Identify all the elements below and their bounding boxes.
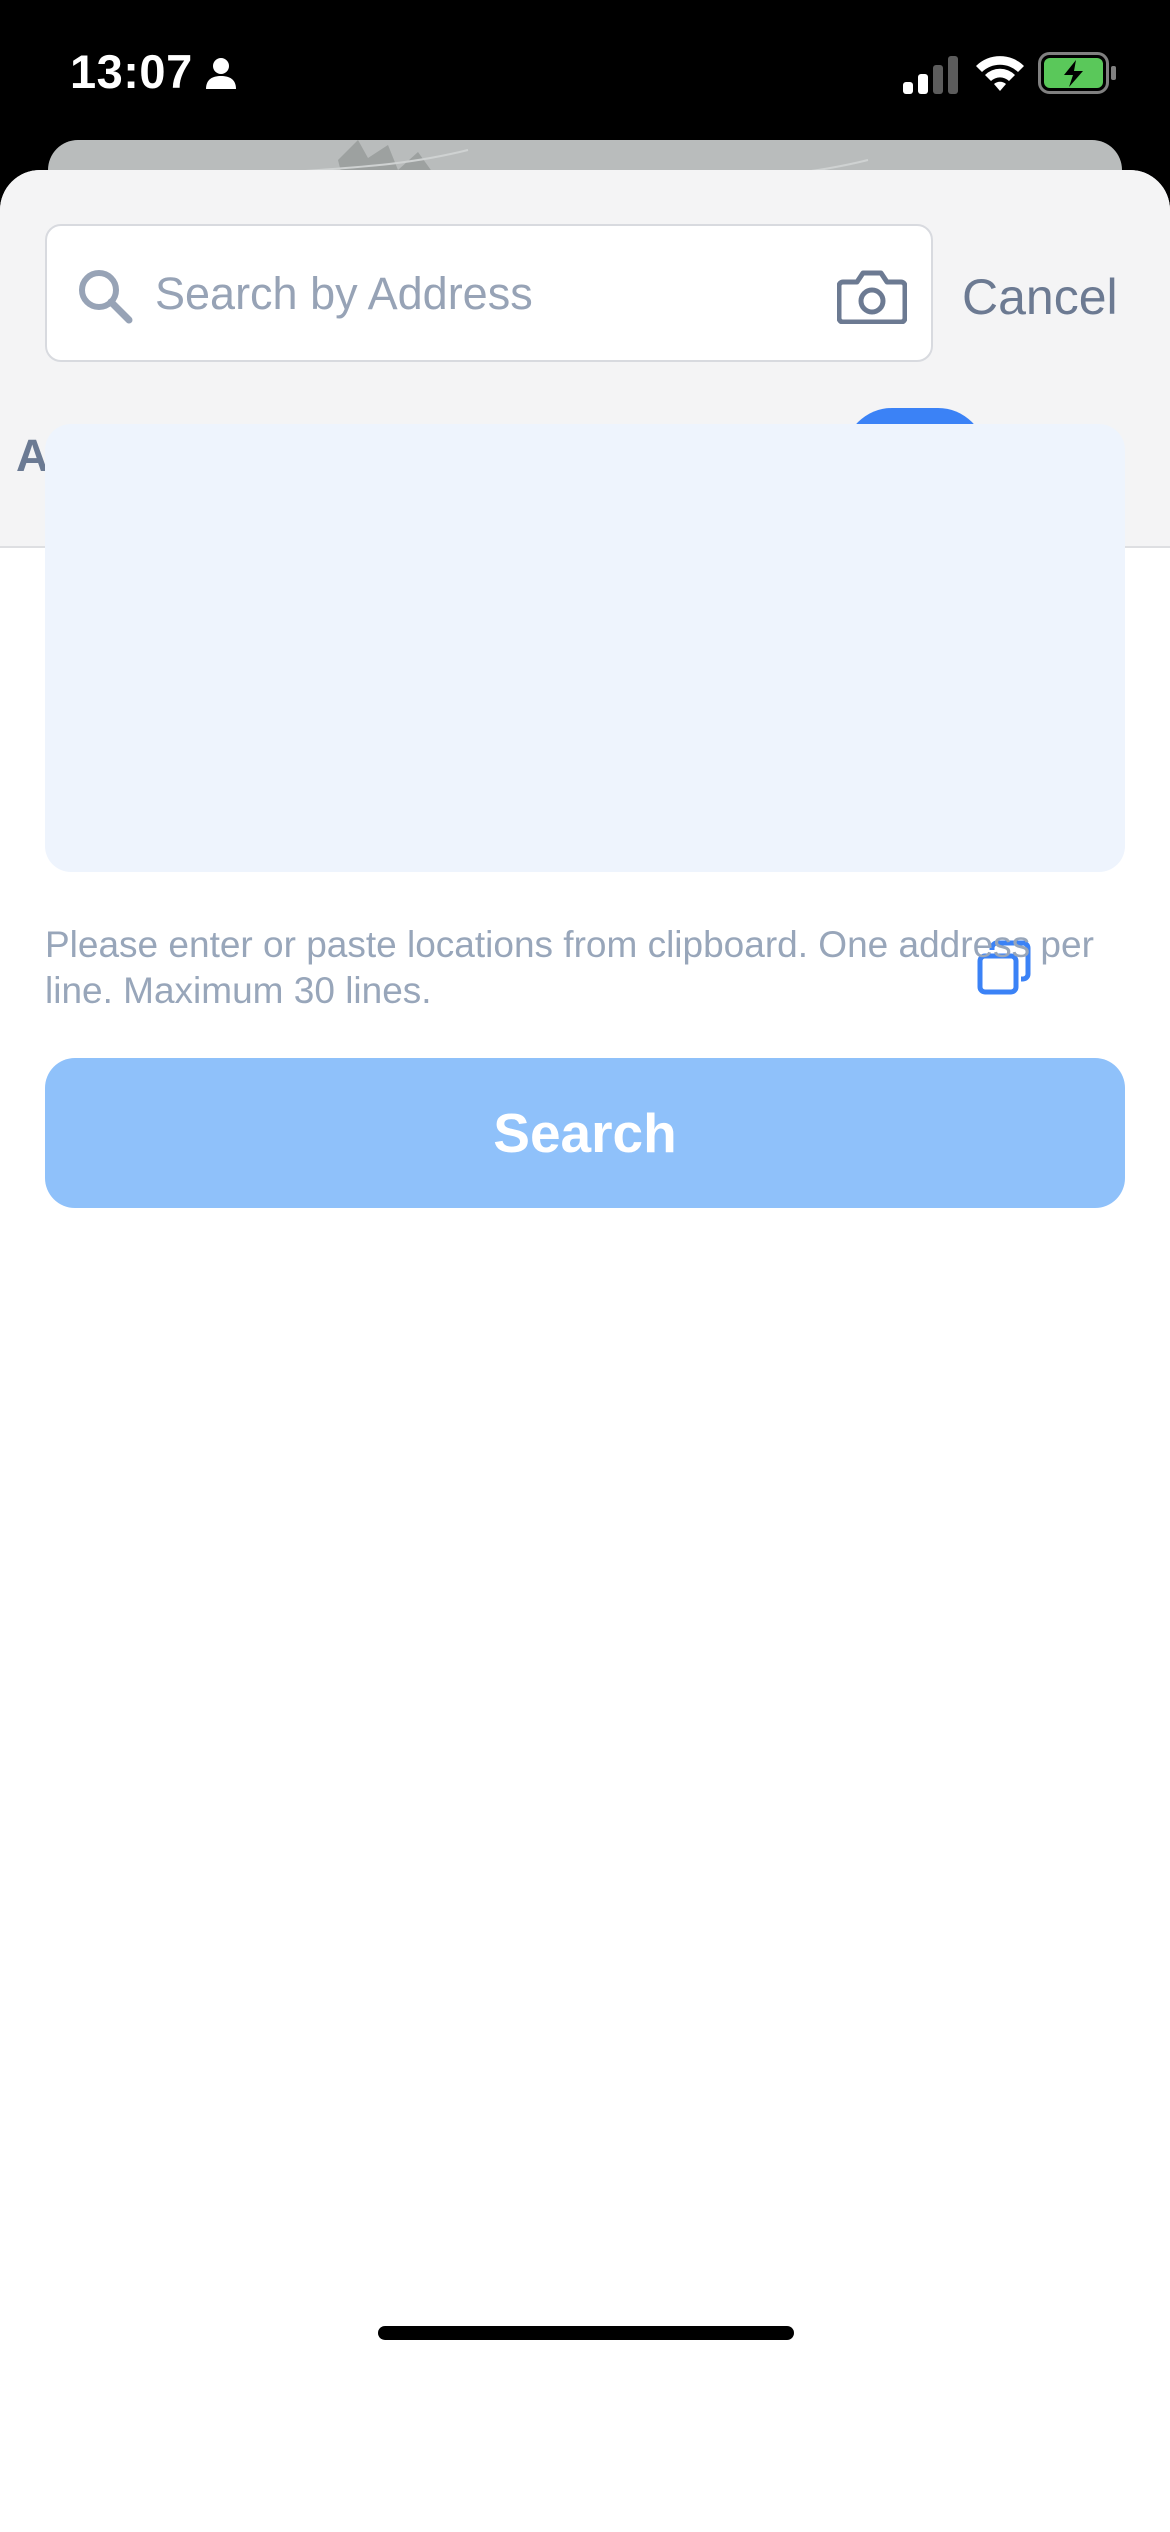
home-indicator[interactable]	[378, 2326, 794, 2340]
address-list-textarea[interactable]	[45, 424, 1125, 872]
status-bar: 13:07	[0, 0, 1170, 150]
search-box[interactable]	[45, 224, 933, 362]
helper-text: Please enter or paste locations from cli…	[45, 924, 1094, 1011]
search-icon	[79, 270, 133, 324]
search-button[interactable]: Search	[45, 1058, 1125, 1208]
search-input[interactable]	[155, 246, 835, 342]
battery-charging-icon	[1038, 52, 1116, 94]
person-icon	[206, 58, 236, 89]
status-time: 13:07	[70, 45, 193, 98]
wifi-icon	[976, 56, 1024, 91]
camera-icon[interactable]	[837, 268, 907, 324]
cancel-button[interactable]: Cancel	[962, 268, 1118, 326]
cellular-signal-icon	[903, 56, 958, 94]
